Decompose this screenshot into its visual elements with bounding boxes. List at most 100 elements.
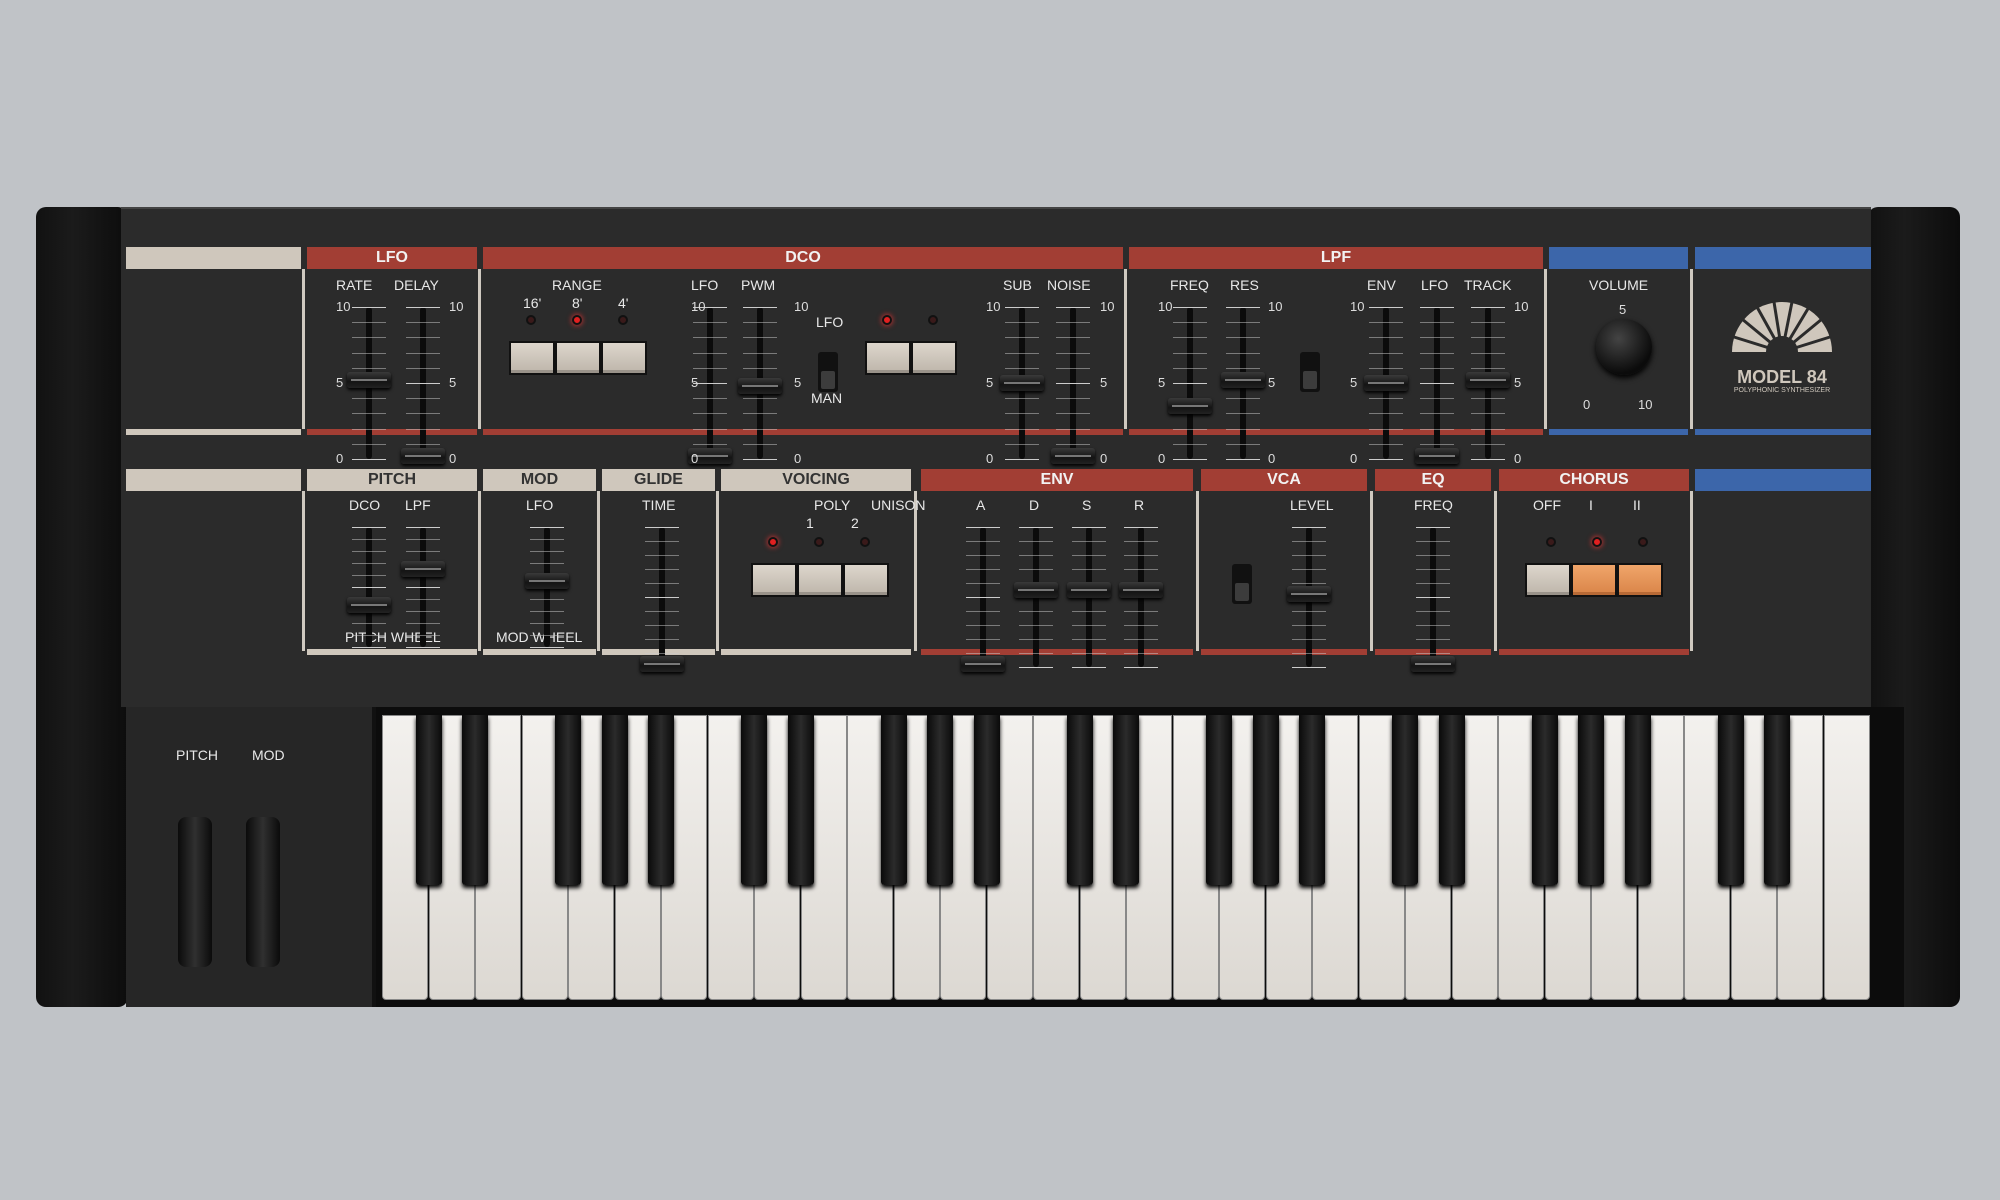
mod-wheel[interactable]: [246, 817, 280, 967]
scale-tick: [743, 322, 777, 324]
pitch-lpf-slider[interactable]: [401, 561, 445, 577]
black-key[interactable]: [1299, 715, 1325, 885]
wave-pulse-button[interactable]: [865, 341, 911, 375]
black-key[interactable]: [973, 715, 1000, 885]
black-key[interactable]: [601, 715, 628, 885]
chorus-off-label: OFF: [1533, 497, 1561, 513]
env-s-slider[interactable]: [1067, 582, 1111, 598]
black-key[interactable]: [787, 715, 814, 885]
lfo-slider[interactable]: [1415, 447, 1459, 464]
scale-tick: [352, 367, 386, 369]
scale-tick: [1173, 352, 1207, 354]
voicing-poly1-button[interactable]: [751, 563, 797, 597]
vca-level-slider[interactable]: [1287, 586, 1331, 603]
scale-tick: [1369, 367, 1403, 369]
env-a-slider[interactable]: [961, 656, 1005, 673]
pitch-header: PITCH: [307, 469, 477, 491]
scale-tick: [1005, 398, 1039, 400]
black-key[interactable]: [1113, 715, 1139, 885]
time-label: TIME: [642, 497, 676, 513]
black-key[interactable]: [1764, 715, 1790, 885]
black-key[interactable]: [462, 715, 488, 885]
res-slider[interactable]: [1221, 371, 1265, 388]
freq-slider[interactable]: [1168, 397, 1212, 414]
scale-label: 5: [1268, 375, 1276, 390]
black-key[interactable]: [1624, 715, 1651, 885]
scale-tick: [1471, 443, 1505, 445]
eq-freq-slider[interactable]: [1411, 656, 1455, 673]
scale-tick: [1369, 337, 1403, 339]
bottom-bar: [307, 649, 477, 655]
rate-slider[interactable]: [347, 371, 391, 388]
scale-tick: [406, 307, 440, 308]
divider: [478, 491, 481, 651]
scale-tick: [966, 555, 1000, 556]
black-key[interactable]: [880, 715, 907, 885]
scale-tick: [1072, 639, 1106, 640]
scale-tick: [406, 322, 440, 324]
synthesizer: LFO DCO LPF PITCH MOD GLIDE VOICING ENV …: [36, 207, 1960, 1007]
range-8-button[interactable]: [555, 341, 601, 375]
chorus-2-button[interactable]: [1617, 563, 1663, 597]
scale-tick: [1005, 337, 1039, 339]
black-key[interactable]: [1206, 715, 1232, 885]
env-d-slider[interactable]: [1014, 582, 1058, 598]
scale-tick: [1124, 527, 1158, 528]
pwm-slider[interactable]: [738, 378, 782, 395]
voicing-poly2-button[interactable]: [797, 563, 843, 597]
range-16-label: 16': [523, 295, 542, 311]
chorus-off-button[interactable]: [1525, 563, 1571, 597]
black-key[interactable]: [1438, 715, 1465, 885]
black-key[interactable]: [1392, 715, 1418, 885]
black-key[interactable]: [555, 715, 581, 885]
scale-tick: [1072, 527, 1106, 528]
black-key[interactable]: [927, 715, 953, 885]
scale-tick: [1019, 625, 1053, 626]
scale-label: 5: [336, 375, 344, 390]
scale-tick: [406, 428, 440, 430]
volume-scale-5: 5: [1619, 302, 1627, 317]
scale-tick: [1072, 611, 1106, 612]
scale-tick: [1124, 541, 1158, 542]
range-4-button[interactable]: [601, 341, 647, 375]
black-key[interactable]: [1252, 715, 1279, 885]
pitch-wheel[interactable]: [178, 817, 212, 967]
pitch-dco-slider[interactable]: [347, 597, 391, 613]
pwm-source-switch[interactable]: [818, 352, 838, 392]
black-key[interactable]: [1066, 715, 1093, 885]
lpf-lfo-label: LFO: [1421, 277, 1449, 293]
range-8-label: 8': [572, 295, 583, 311]
scale-tick: [1124, 555, 1158, 556]
voicing-unison-button[interactable]: [843, 563, 889, 597]
mod-lfo-slider[interactable]: [525, 573, 569, 589]
divider: [302, 491, 305, 651]
scale-tick: [1292, 667, 1326, 668]
env-r-slider[interactable]: [1119, 582, 1163, 598]
white-key[interactable]: [1823, 715, 1870, 1000]
env-polarity-switch[interactable]: [1300, 352, 1320, 392]
wave-saw-button[interactable]: [911, 341, 957, 375]
black-key[interactable]: [1717, 715, 1744, 885]
poly-label: POLY: [814, 497, 851, 513]
chorus-1-button[interactable]: [1571, 563, 1617, 597]
vca-mode-switch[interactable]: [1232, 564, 1252, 604]
noise-slider[interactable]: [1051, 447, 1095, 464]
black-key[interactable]: [1578, 715, 1604, 885]
env-slider[interactable]: [1364, 375, 1408, 391]
black-key[interactable]: [1531, 715, 1558, 885]
range-16-button[interactable]: [509, 341, 555, 375]
wheel-pitch-label: PITCH: [176, 747, 218, 763]
black-key[interactable]: [648, 715, 674, 885]
chorus-2-led: [1638, 537, 1648, 547]
scale-tick: [966, 597, 1000, 598]
divider: [478, 269, 481, 429]
glide-slider[interactable]: [640, 656, 684, 673]
track-label: TRACK: [1464, 277, 1512, 293]
sub-slider[interactable]: [1000, 375, 1044, 391]
black-key[interactable]: [415, 715, 442, 885]
delay-slider[interactable]: [401, 447, 445, 464]
volume-knob[interactable]: [1596, 319, 1652, 375]
scale-tick: [966, 653, 1000, 654]
black-key[interactable]: [741, 715, 767, 885]
track-slider[interactable]: [1466, 371, 1510, 388]
